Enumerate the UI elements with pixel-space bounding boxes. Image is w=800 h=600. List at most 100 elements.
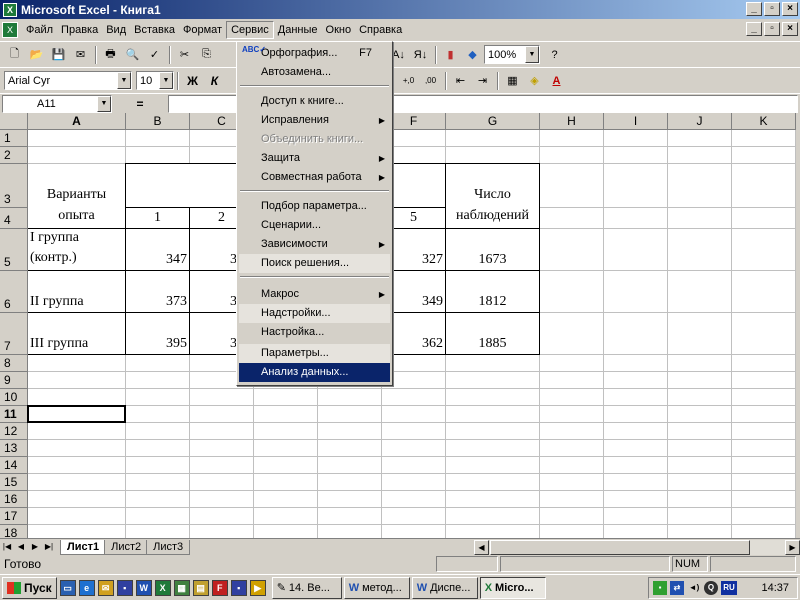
cut-icon[interactable]: ✂: [174, 44, 195, 65]
prev-sheet-icon[interactable]: ◀: [14, 540, 28, 554]
row-header-6[interactable]: 6: [0, 271, 28, 313]
floppy-icon[interactable]: ▪: [230, 579, 247, 596]
cell-b6[interactable]: 373: [126, 271, 189, 312]
ie-icon[interactable]: e: [78, 579, 95, 596]
font-select[interactable]: Arial Cyr ▼: [4, 71, 132, 90]
header-variants[interactable]: Варианты опыта: [28, 164, 125, 228]
column-header-j[interactable]: J: [668, 113, 732, 130]
row-header-7[interactable]: 7: [0, 313, 28, 355]
decrease-decimal-button[interactable]: ,00: [420, 70, 441, 91]
row-header-18[interactable]: 18: [0, 525, 28, 538]
header-count[interactable]: Число наблюдений: [446, 164, 539, 228]
menu-item-track-changes[interactable]: Исправления ▶: [239, 111, 390, 130]
menu-item-goal-seek[interactable]: Подбор параметра...: [239, 197, 390, 216]
spelling-icon[interactable]: ✓: [144, 44, 165, 65]
print-icon[interactable]: 🖶: [100, 44, 121, 65]
menu-item-auditing[interactable]: Зависимости ▶: [239, 235, 390, 254]
open-folder-icon[interactable]: 📂: [26, 44, 47, 65]
menu-format[interactable]: Формат: [179, 22, 226, 38]
italic-button[interactable]: К: [204, 70, 225, 91]
maximize-button[interactable]: ▫: [764, 2, 780, 16]
row-header-14[interactable]: 14: [0, 457, 28, 474]
minimize-button[interactable]: _: [746, 2, 762, 16]
menu-item-merge-workbooks[interactable]: Объединить книги...: [239, 130, 390, 149]
decrease-indent-icon[interactable]: ⇤: [450, 70, 471, 91]
increase-indent-icon[interactable]: ⇥: [472, 70, 493, 91]
row-header-2[interactable]: 2: [0, 147, 28, 164]
row-header-4[interactable]: 4: [0, 208, 28, 229]
save-icon[interactable]: 💾: [48, 44, 69, 65]
sheet-tab-1[interactable]: Лист1: [60, 539, 107, 555]
next-sheet-icon[interactable]: ▶: [28, 540, 42, 554]
menu-tools[interactable]: Сервис: [226, 21, 274, 39]
start-button[interactable]: Пуск: [2, 576, 57, 599]
menu-item-customize[interactable]: Настройка...: [239, 323, 390, 342]
task-button-3[interactable]: W Диспе...: [411, 576, 478, 599]
doc-restore-button[interactable]: ▫: [764, 22, 780, 36]
row-header-17[interactable]: 17: [0, 508, 28, 525]
horizontal-scrollbar[interactable]: ◀ ▶: [474, 540, 800, 555]
borders-icon[interactable]: ▦: [502, 70, 523, 91]
task-button-excel[interactable]: X Micro...: [479, 576, 546, 599]
cell-a7[interactable]: III группа: [28, 313, 125, 354]
menu-help[interactable]: Справка: [355, 22, 406, 38]
vertical-scrollbar-edge[interactable]: [796, 113, 800, 538]
menu-item-add-ins[interactable]: Надстройки...: [239, 304, 390, 323]
sheet-tab-3[interactable]: Лист3: [146, 539, 191, 555]
zoom-select[interactable]: 100% ▼: [484, 45, 540, 64]
email-icon[interactable]: ✉: [70, 44, 91, 65]
menu-edit[interactable]: Правка: [57, 22, 102, 38]
menu-item-options[interactable]: Параметры...: [239, 344, 390, 363]
row-header-12[interactable]: 12: [0, 423, 28, 440]
save-quick-icon[interactable]: ▪: [116, 579, 133, 596]
menu-item-share-workbook[interactable]: Доступ к книге...: [239, 92, 390, 111]
media-icon[interactable]: ▶: [249, 579, 266, 596]
task-button-1[interactable]: ✎ 14. Ве...: [271, 576, 342, 599]
chevron-down-icon[interactable]: ▼: [525, 46, 539, 63]
cell-a6[interactable]: II группа: [28, 271, 125, 312]
row-header-13[interactable]: 13: [0, 440, 28, 457]
cell-g5[interactable]: 1673: [446, 229, 539, 270]
word-icon[interactable]: W: [135, 579, 152, 596]
outlook-icon[interactable]: ✉: [97, 579, 114, 596]
calc-icon[interactable]: ▦: [173, 579, 190, 596]
tray-network-icon[interactable]: ⇄: [670, 581, 684, 595]
menu-window[interactable]: Окно: [322, 22, 356, 38]
doc-close-button[interactable]: ×: [782, 22, 798, 36]
column-header-i[interactable]: I: [604, 113, 668, 130]
tray-volume-icon[interactable]: ◄): [687, 581, 701, 595]
chevron-down-icon[interactable]: ▼: [159, 72, 173, 89]
print-preview-icon[interactable]: 🔍: [122, 44, 143, 65]
name-box[interactable]: A11 ▼: [2, 94, 112, 113]
select-all-corner[interactable]: [0, 113, 28, 130]
doc-minimize-button[interactable]: _: [746, 22, 762, 36]
menu-item-scenarios[interactable]: Сценарии...: [239, 216, 390, 235]
menu-item-protection[interactable]: Защита ▶: [239, 149, 390, 168]
menu-insert[interactable]: Вставка: [130, 22, 179, 38]
workbook-icon[interactable]: X: [2, 22, 18, 38]
menu-item-spelling[interactable]: ABC✓ Орфография... F7: [239, 44, 390, 63]
tray-app-icon[interactable]: ▪: [653, 581, 667, 595]
bold-button[interactable]: Ж: [182, 70, 203, 91]
spreadsheet-grid[interactable]: ABCDEFGHIJK123456789101112131415161718Ва…: [0, 113, 800, 538]
scroll-left-icon[interactable]: ◀: [474, 540, 489, 555]
close-button[interactable]: ×: [782, 2, 798, 16]
row-header-3[interactable]: 3: [0, 164, 28, 208]
help-icon[interactable]: ?: [544, 44, 565, 65]
sheet-tab-2[interactable]: Лист2: [104, 539, 149, 555]
menu-file[interactable]: Файл: [22, 22, 57, 38]
menu-item-macro[interactable]: Макрос ▶: [239, 285, 390, 304]
scroll-thumb[interactable]: [490, 540, 750, 555]
row-header-9[interactable]: 9: [0, 372, 28, 389]
drawing-icon[interactable]: ◆: [462, 44, 483, 65]
chevron-down-icon[interactable]: ▼: [97, 95, 111, 112]
cell-b5[interactable]: 347: [126, 229, 189, 270]
font-size-select[interactable]: 10 ▼: [136, 71, 174, 90]
menu-item-autocorrect[interactable]: Автозамена...: [239, 63, 390, 82]
font-color-icon[interactable]: A: [546, 70, 567, 91]
column-header-h[interactable]: H: [540, 113, 604, 130]
menu-item-online-collaboration[interactable]: Совместная работа ▶: [239, 168, 390, 187]
increase-decimal-button[interactable]: +,0: [398, 70, 419, 91]
column-header-b[interactable]: B: [126, 113, 190, 130]
menu-data[interactable]: Данные: [274, 22, 322, 38]
